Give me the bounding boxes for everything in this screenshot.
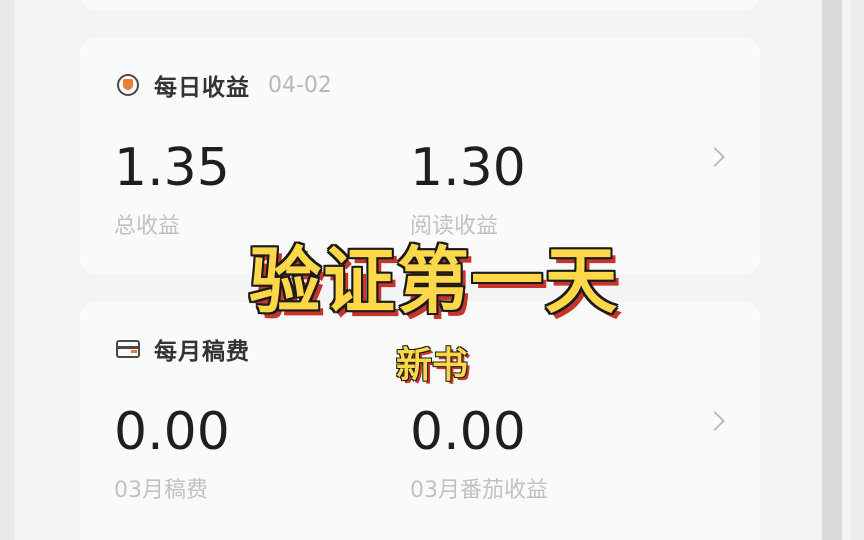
- overlay-title: 验证第一天: [248, 239, 619, 323]
- daily-earnings-date: 04-02: [268, 72, 332, 98]
- fanqie-earnings-label: 03月番茄收益: [410, 478, 548, 503]
- overlay-subtitle: 新书: [395, 345, 468, 386]
- chevron-right-icon[interactable]: [705, 411, 725, 431]
- previous-card: [80, 0, 760, 10]
- total-earnings-value: 1.35: [114, 138, 230, 198]
- fanqie-earnings-value: 0.00: [410, 402, 526, 462]
- fanqie-earnings-metric: 0.00 03月番茄收益: [410, 406, 548, 504]
- reading-earnings-value: 1.30: [410, 138, 526, 198]
- monthly-fee-label: 03月稿费: [114, 478, 208, 503]
- daily-earnings-title: 每日收益: [154, 75, 250, 101]
- monthly-fee-metric: 0.00 03月稿费: [114, 406, 230, 504]
- monthly-fee-value: 0.00: [114, 402, 230, 462]
- medal-icon: [114, 71, 142, 99]
- daily-earnings-header: 每日收益 04-02: [114, 70, 332, 101]
- chevron-right-icon[interactable]: [705, 147, 725, 167]
